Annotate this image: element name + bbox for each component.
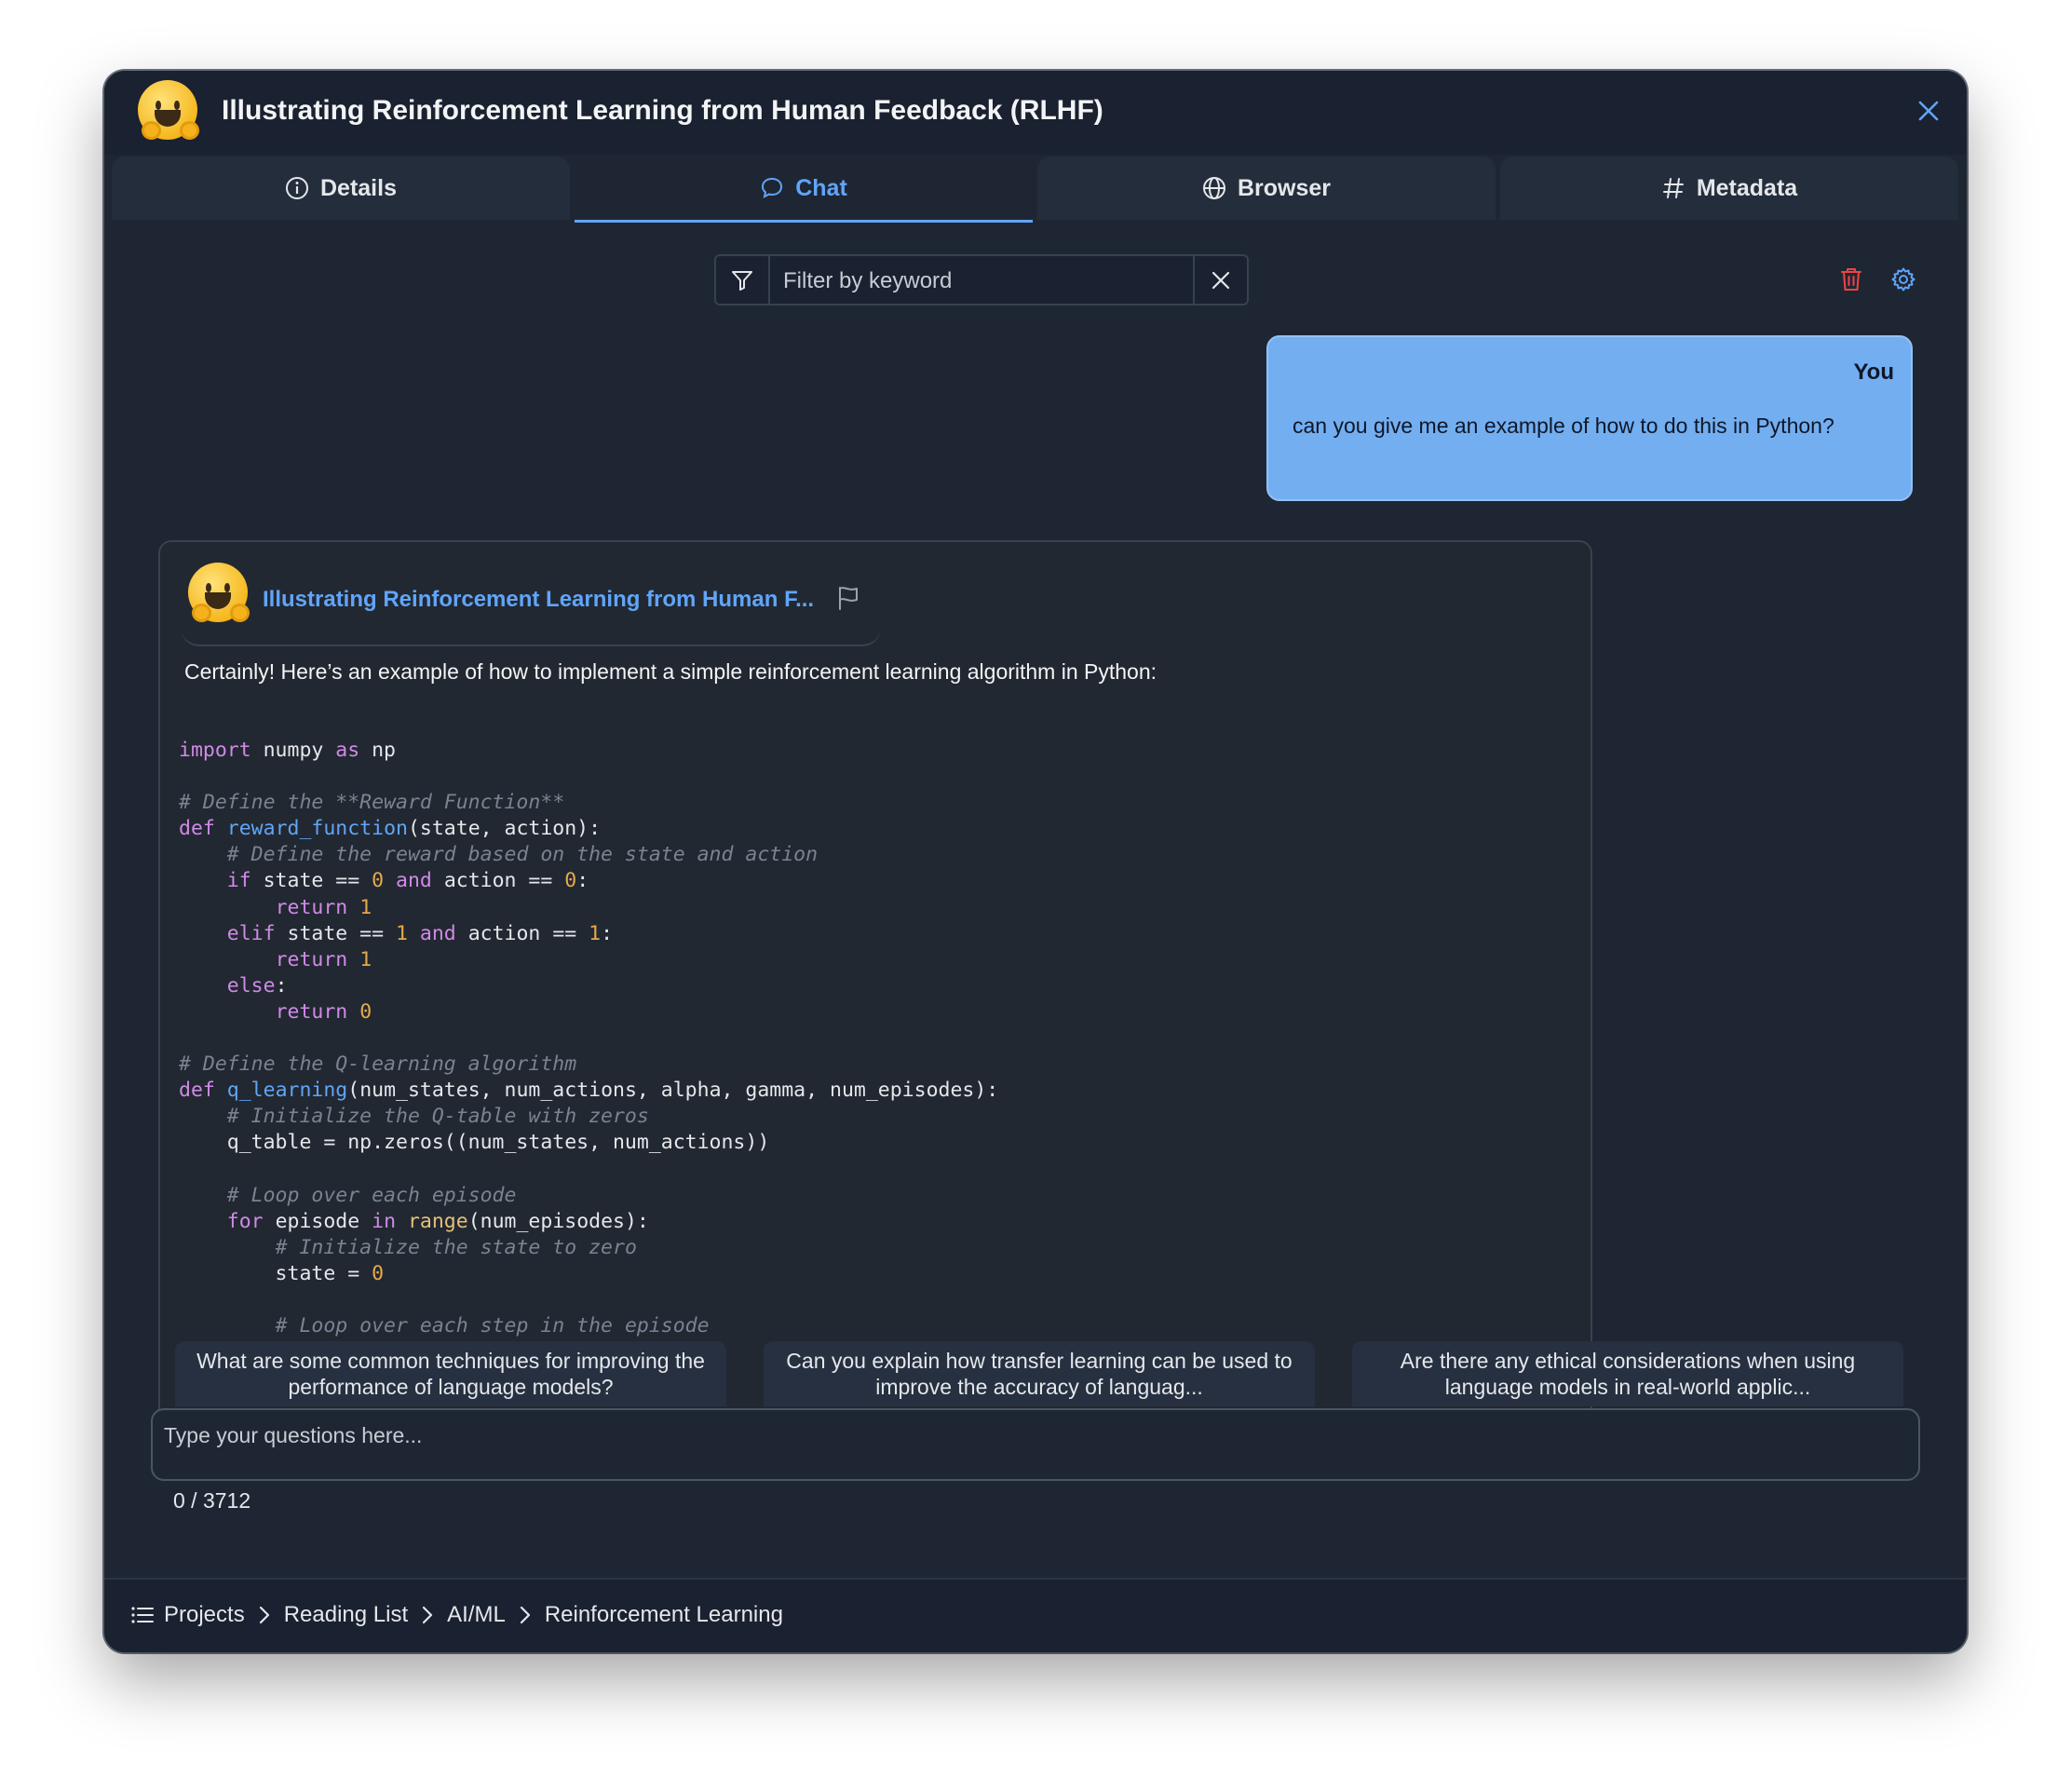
title-bar: Illustrating Reinforcement Learning from… — [104, 71, 1967, 155]
code-line: state = 0 — [179, 1261, 385, 1285]
app-window: Illustrating Reinforcement Learning from… — [104, 71, 1967, 1652]
tab-metadata[interactable]: Metadata — [1500, 156, 1958, 220]
hugging-face-avatar — [138, 80, 200, 140]
chat-settings-button[interactable] — [1887, 263, 1920, 296]
chat-input[interactable] — [153, 1410, 1918, 1479]
bot-message-card: Illustrating Reinforcement Learning from… — [158, 540, 1592, 1472]
trash-icon[interactable] — [1839, 266, 1863, 292]
chat-input-box — [151, 1408, 1920, 1481]
breadcrumb: Projects Reading List AI/ML Reinforcemen… — [130, 1602, 783, 1628]
user-message-bubble: You can you give me an example of how to… — [1266, 335, 1913, 501]
info-icon — [286, 177, 308, 199]
tab-label: Browser — [1237, 174, 1332, 201]
bot-name-link[interactable]: Illustrating Reinforcement Learning from… — [263, 587, 814, 613]
tab-chat[interactable]: Chat — [575, 156, 1033, 223]
breadcrumb-projects[interactable]: Projects — [164, 1602, 245, 1628]
close-button[interactable] — [1915, 97, 1942, 125]
suggestion-chip[interactable]: What are some common techniques for impr… — [175, 1341, 726, 1406]
breadcrumb-ai-ml[interactable]: AI/ML — [447, 1602, 506, 1628]
code-line: # Define the Q-learning algorithm — [179, 1052, 577, 1077]
delete-chat-button[interactable] — [1834, 263, 1868, 296]
code-line: import numpy as np — [179, 739, 397, 762]
code-line: # Define the **Reward Function** — [179, 791, 565, 815]
char-counter: 0 / 3712 — [173, 1488, 251, 1513]
code-line: elif state == 1 and action == 1: — [226, 921, 614, 945]
footer-bar: Projects Reading List AI/ML Reinforcemen… — [104, 1578, 1967, 1652]
code-line: else: — [226, 973, 288, 998]
suggestion-chip[interactable]: Can you explain how transfer learning ca… — [764, 1341, 1315, 1406]
code-line: # Loop over each episode — [226, 1183, 517, 1207]
hugging-face-avatar — [188, 563, 250, 622]
chevron-right-icon — [519, 1605, 532, 1625]
bot-message-intro: Certainly! Here’s an example of how to i… — [184, 659, 1157, 684]
hash-icon — [1662, 178, 1684, 198]
bot-message-header: Illustrating Reinforcement Learning from… — [181, 551, 881, 646]
code-line: # Define the reward based on the state a… — [226, 843, 819, 867]
code-line: # Loop over each step in the episode — [275, 1314, 710, 1338]
globe-icon — [1202, 177, 1225, 199]
filter-bar — [714, 254, 1249, 305]
close-icon[interactable] — [1915, 97, 1942, 125]
breadcrumb-reinforcement-learning[interactable]: Reinforcement Learning — [545, 1602, 783, 1628]
gear-icon[interactable] — [1890, 266, 1916, 292]
code-line: q_table = np.zeros((num_states, num_acti… — [179, 1131, 770, 1155]
breadcrumb-reading-list[interactable]: Reading List — [284, 1602, 408, 1628]
code-line: # Initialize the state to zero — [275, 1235, 637, 1259]
close-icon[interactable] — [1210, 269, 1232, 292]
code-block: import numpy as np # Define the **Reward… — [179, 738, 998, 1339]
code-line: return 1 — [275, 895, 372, 919]
filter-icon-box — [716, 256, 770, 304]
code-line: return 0 — [275, 999, 372, 1024]
tab-details[interactable]: Details — [112, 156, 570, 220]
tab-label: Chat — [795, 174, 847, 201]
tab-label: Metadata — [1696, 174, 1798, 201]
code-line: if state == 0 and action == 0: — [226, 869, 589, 893]
code-line: for episode in range(num_episodes): — [226, 1209, 649, 1233]
tab-label: Details — [320, 174, 397, 201]
list-icon[interactable] — [130, 1605, 155, 1625]
flag-button[interactable] — [836, 585, 860, 616]
chevron-right-icon — [258, 1605, 271, 1625]
message-sender: You — [1853, 360, 1894, 385]
filter-icon — [732, 270, 752, 291]
tab-bar: Details Chat Browser Metadata — [112, 156, 1959, 223]
code-line: def reward_function(state, action): — [179, 817, 602, 841]
flag-icon[interactable] — [836, 585, 860, 611]
message-text: can you give me an example of how to do … — [1293, 414, 1834, 438]
code-line: def q_learning(num_states, num_actions, … — [179, 1079, 999, 1103]
chat-bubble-icon — [762, 177, 783, 198]
suggestion-chip[interactable]: Are there any ethical considerations whe… — [1352, 1341, 1903, 1406]
chevron-right-icon — [421, 1605, 434, 1625]
tab-browser[interactable]: Browser — [1037, 156, 1496, 220]
clear-filter-button[interactable] — [1193, 256, 1247, 304]
filter-input[interactable] — [772, 256, 1195, 305]
window-title: Illustrating Reinforcement Learning from… — [222, 95, 1103, 126]
code-line: # Initialize the Q-table with zeros — [226, 1105, 649, 1129]
code-line: return 1 — [275, 947, 372, 971]
